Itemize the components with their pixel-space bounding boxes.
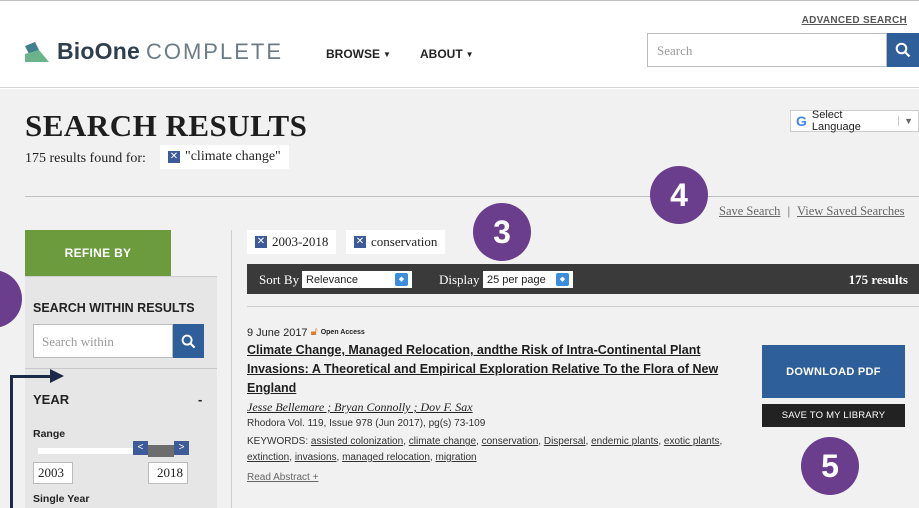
brand-name: BioOne [57,38,140,64]
search-within-title: SEARCH WITHIN RESULTS [33,301,195,315]
query-text: "climate change" [185,149,281,164]
year-slider-range [148,445,174,457]
separator: | [787,204,791,218]
keyword-link[interactable]: Dispersal [544,436,586,447]
select-arrows-icon: ◆ [556,273,569,286]
year-collapse-toggle[interactable]: - [198,392,202,407]
chevron-down-icon: ▼ [898,116,918,126]
nav-browse[interactable]: BROWSE ▼ [326,47,391,61]
save-to-library-button[interactable]: SAVE TO MY LIBRARY [762,404,905,427]
bioone-logo-icon [25,41,49,62]
filter-chip-label: 2003-2018 [272,234,329,249]
keyword-link[interactable]: conservation [482,436,539,447]
display-label: Display [439,272,480,287]
keyword-link[interactable]: managed relocation [342,452,430,463]
nav-about[interactable]: ABOUT ▼ [420,47,474,61]
page-title: SEARCH RESULTS [25,108,308,143]
sort-toolbar: Sort By Relevance ◆ Display 25 per page … [247,264,919,294]
keyword-link[interactable]: invasions [295,452,337,463]
result-journal: Rhodora Vol. 119, Issue 978 (Jun 2017), … [247,418,486,429]
divider [247,306,919,307]
annotation-arrow [10,375,52,378]
keyword-link[interactable]: endemic plants [591,436,658,447]
save-search-link[interactable]: Save Search [719,204,780,218]
brand-subtitle: COMPLETE [145,38,284,64]
chevron-down-icon: ▼ [465,49,474,59]
keywords-label: KEYWORDS: [247,436,309,447]
divider [25,196,919,197]
search-within-input[interactable]: Search within [33,324,173,358]
advanced-search-link[interactable]: ADVANCED SEARCH [802,15,907,26]
chevron-down-icon: ▼ [383,49,391,59]
google-icon: G [796,113,807,129]
keyword-link[interactable]: climate change [409,436,476,447]
search-within-button[interactable] [173,324,204,358]
result-title-link[interactable]: Climate Change, Managed Relocation, andt… [247,341,747,398]
annotation-arrow [10,376,13,508]
year-section-title: YEAR [33,392,70,407]
annotation-badge: 3 [473,203,531,261]
range-label: Range [33,428,66,440]
select-arrows-icon: ◆ [395,273,408,286]
bioone-logo[interactable]: BioOne COMPLETE [25,38,283,65]
result-authors[interactable]: Jesse Bellemare ; Bryan Connolly ; Dov F… [247,400,473,415]
remove-icon[interactable]: ✕ [354,236,366,248]
remove-icon[interactable]: ✕ [168,151,180,163]
display-select[interactable]: 25 per page ◆ [483,271,573,288]
result-keywords: KEYWORDS: assisted colonization, climate… [247,436,723,463]
year-to-input[interactable]: 2018 [148,462,188,484]
search-icon [181,334,196,348]
refine-by-tab[interactable]: REFINE BY [25,230,171,276]
view-saved-searches-link[interactable]: View Saved Searches [797,204,905,218]
slider-right-handle[interactable]: > [174,441,189,455]
read-abstract-link[interactable]: Read Abstract + [247,472,318,483]
single-year-label: Single Year [33,493,90,505]
sort-by-label: Sort By [259,272,300,287]
download-pdf-button[interactable]: DOWNLOAD PDF [762,345,905,398]
keyword-link[interactable]: extinction [247,452,289,463]
nav-browse-label: BROWSE [326,47,380,61]
search-button[interactable] [887,33,919,67]
open-access-label: Open Access [320,329,365,336]
filter-chip-year[interactable]: ✕ 2003-2018 [247,230,337,254]
slider-left-handle[interactable]: < [133,441,148,455]
saved-search-links: Save Search | View Saved Searches [719,204,905,219]
results-count-text: 175 results found for: [25,151,146,166]
result-date-row: 9 June 2017 🔓︎ Open Access [247,326,365,339]
results-count: 175 results [848,272,908,287]
language-label: Select Language [811,109,861,133]
year-from-input[interactable]: 2003 [33,462,73,484]
result-date: 9 June 2017 [247,326,308,339]
annotation-badge: 5 [801,437,859,495]
annotation-badge: 4 [650,166,708,224]
keyword-link[interactable]: migration [435,452,476,463]
filter-chip-label: conservation [371,234,438,249]
keyword-link[interactable]: exotic plants [664,436,720,447]
top-navigation-bar: BioOne COMPLETE BROWSE ▼ ABOUT ▼ ADVANCE… [0,0,919,88]
open-access-lock-icon: 🔓︎ [310,326,318,338]
sort-by-select[interactable]: Relevance ◆ [302,271,412,288]
display-value: 25 per page [487,273,546,286]
remove-icon[interactable]: ✕ [255,236,267,248]
language-selector[interactable]: G Select Language ▼ [790,109,919,133]
filter-chip-keyword[interactable]: ✕ conservation [346,230,446,254]
search-input[interactable]: Search [647,33,887,67]
divider [231,230,232,508]
annotation-arrow-head [50,369,64,383]
sort-by-value: Relevance [306,273,358,286]
nav-about-label: ABOUT [420,47,463,61]
search-icon [895,42,911,58]
keyword-link[interactable]: assisted colonization [311,436,403,447]
query-chip[interactable]: ✕ "climate change" [160,145,289,169]
